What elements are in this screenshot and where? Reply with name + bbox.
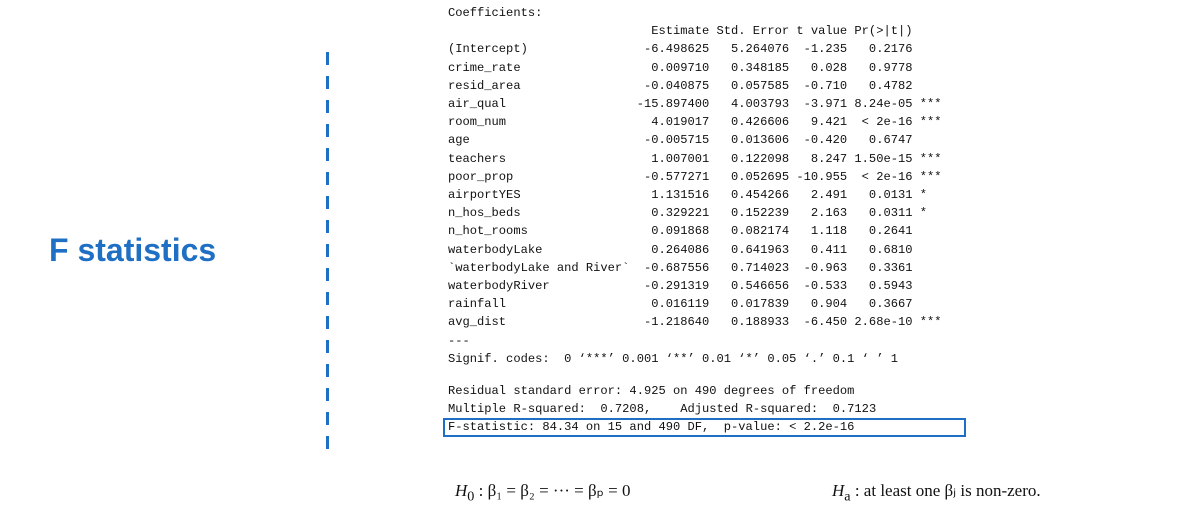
null-hypothesis: H0 : β₁ = β₂ = ··· = βₚ = 0	[455, 481, 631, 505]
f-statistic-highlight-box	[443, 418, 966, 437]
alternative-hypothesis: Ha : at least one βⱼ is non-zero.	[832, 481, 1041, 505]
null-hypothesis-statement: : β₁ = β₂ = ··· = βₚ = 0	[474, 481, 631, 500]
alternative-hypothesis-statement: : at least one βⱼ is non-zero.	[850, 481, 1041, 500]
dashed-divider	[326, 52, 329, 457]
coefficients-table: Coefficients: Estimate Std. Error t valu…	[448, 6, 942, 366]
alternative-hypothesis-symbol: H	[832, 481, 845, 500]
null-hypothesis-symbol: H	[455, 481, 468, 500]
section-title: F statistics	[49, 232, 217, 268]
